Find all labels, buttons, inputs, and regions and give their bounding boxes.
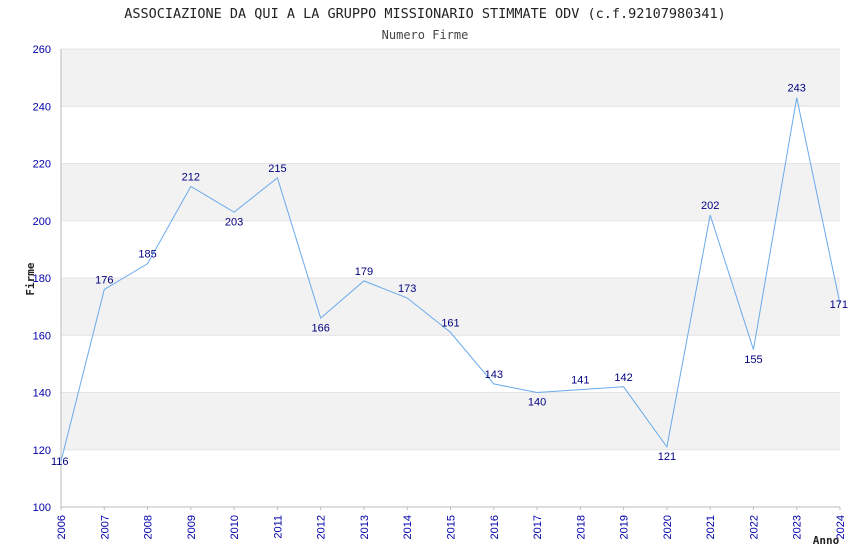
data-label: 121 — [658, 451, 676, 463]
x-tick-label: 2023 — [792, 515, 804, 539]
x-axis-title: Anno — [813, 534, 840, 547]
data-label: 203 — [225, 216, 243, 228]
x-tick-label: 2013 — [359, 515, 371, 539]
data-label: 179 — [355, 266, 373, 278]
x-tick-label: 2010 — [229, 515, 241, 539]
data-label: 185 — [138, 249, 156, 261]
x-tick-label: 2017 — [532, 515, 544, 539]
x-tick-label: 2014 — [402, 515, 414, 539]
x-tick-label: 2019 — [619, 515, 631, 539]
data-label: 140 — [528, 397, 546, 409]
x-tick-label: 2022 — [748, 515, 760, 539]
x-tick-label: 2021 — [705, 515, 717, 539]
data-label: 116 — [51, 456, 69, 468]
data-label: 143 — [485, 369, 503, 381]
data-label: 142 — [614, 372, 632, 384]
x-tick-label: 2007 — [99, 515, 111, 539]
x-tick-label: 2006 — [56, 515, 68, 539]
data-label: 171 — [830, 299, 848, 311]
data-label: 141 — [571, 375, 589, 387]
x-tick-label: 2016 — [489, 515, 501, 539]
grid-bands — [61, 49, 840, 450]
chart-title: ASSOCIAZIONE DA QUI A LA GRUPPO MISSIONA… — [124, 6, 725, 22]
y-tick-label: 160 — [33, 330, 51, 342]
y-tick-label: 120 — [33, 445, 51, 457]
data-label: 166 — [311, 322, 329, 334]
y-tick-label: 200 — [33, 216, 51, 228]
y-tick-label: 260 — [33, 44, 51, 56]
x-axis-ticks: 2006 2007 2008 2009 2010 2011 2012 2013 2014 2015… — [56, 507, 847, 539]
x-tick-label: 2009 — [186, 515, 198, 539]
data-label: 215 — [268, 163, 286, 175]
data-label: 176 — [95, 274, 113, 286]
data-label: 173 — [398, 283, 416, 295]
data-label: 155 — [744, 354, 762, 366]
data-label: 243 — [788, 83, 806, 95]
grid-band — [61, 392, 840, 450]
data-label: 161 — [441, 317, 459, 329]
chart-subtitle: Numero Firme — [382, 28, 469, 42]
grid-band — [61, 49, 840, 107]
y-axis-title: Firme — [24, 262, 37, 295]
data-label: 202 — [701, 200, 719, 212]
y-tick-label: 240 — [33, 101, 51, 113]
y-tick-label: 100 — [33, 502, 51, 514]
x-tick-label: 2011 — [272, 515, 284, 539]
line-chart: ASSOCIAZIONE DA QUI A LA GRUPPO MISSIONA… — [24, 6, 848, 547]
y-tick-label: 220 — [33, 159, 51, 171]
x-tick-label: 2012 — [316, 515, 328, 539]
x-tick-label: 2008 — [143, 515, 155, 539]
data-label: 212 — [182, 171, 200, 183]
y-tick-label: 140 — [33, 388, 51, 400]
x-tick-label: 2018 — [575, 515, 587, 539]
x-tick-label: 2020 — [662, 515, 674, 539]
x-tick-label: 2015 — [446, 515, 458, 539]
grid-band — [61, 163, 840, 221]
